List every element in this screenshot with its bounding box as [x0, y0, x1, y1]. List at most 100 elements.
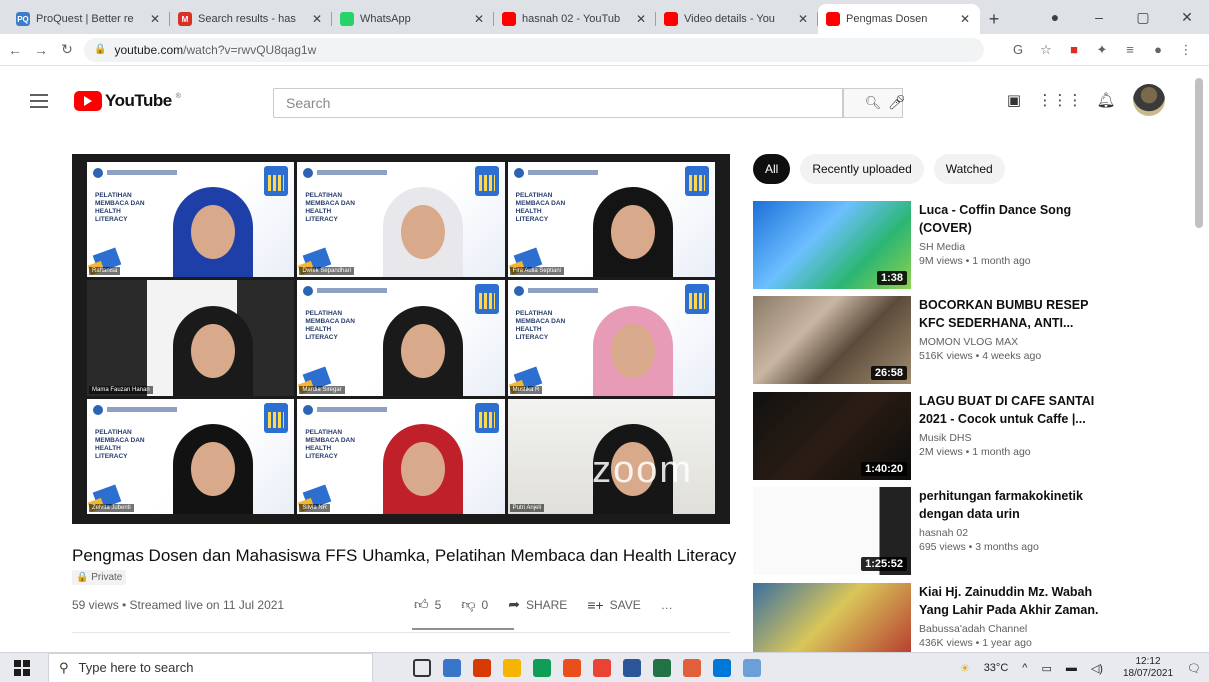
tray-chevron-icon[interactable]: ^ — [1022, 662, 1027, 674]
google-translate-icon[interactable]: G — [1004, 42, 1032, 57]
browser-tab[interactable]: Pengmas Dosen ✕ — [818, 4, 980, 34]
channel-name[interactable]: SH Media — [919, 241, 1109, 253]
taskbar-app-icon[interactable] — [503, 658, 521, 677]
video-player[interactable]: PELATIHAN MEMBACA DAN HEALTH LITERACY Raf… — [72, 154, 730, 524]
maximize-button[interactable]: ▢ — [1121, 9, 1165, 26]
channel-name[interactable]: Babussa'adah Channel — [919, 623, 1109, 635]
video-meta: 59 views • Streamed live on 11 Jul 2021 — [72, 598, 285, 612]
address-bar[interactable]: 🔒 youtube.com/watch?v=rwvQU8qag1w — [84, 37, 984, 62]
battery-icon[interactable]: ▬ — [1066, 662, 1077, 674]
taskbar-app-icon[interactable] — [623, 658, 641, 677]
forward-button[interactable]: → — [30, 42, 52, 58]
slide-header — [107, 406, 177, 412]
network-icon[interactable]: ▭ — [1041, 662, 1051, 675]
browser-tab[interactable]: WhatsApp ✕ — [332, 4, 494, 34]
filter-chip[interactable]: Recently uploaded — [800, 154, 924, 184]
voice-search-mic-icon[interactable]: 🎤︎ — [888, 94, 906, 111]
account-circle-icon[interactable]: ● — [1033, 9, 1077, 25]
user-avatar[interactable] — [1133, 84, 1165, 116]
youtube-studio-icon — [664, 12, 678, 26]
taskbar-app-icon[interactable] — [563, 658, 581, 677]
close-tab-icon[interactable]: ✕ — [634, 12, 648, 26]
taskbar-app-icon[interactable] — [533, 658, 551, 677]
youtube-logo-text: YouTube — [105, 91, 172, 110]
volume-icon[interactable]: ◁) — [1091, 662, 1103, 675]
page-scrollbar[interactable] — [1195, 78, 1203, 228]
search-icon: ⚲ — [59, 659, 69, 675]
close-window-button[interactable]: ✕ — [1165, 9, 1209, 26]
recommendation-item[interactable]: 1:25:52 perhitungan farmakokinetik dengan… — [753, 487, 1183, 577]
taskbar-app-icon[interactable] — [713, 658, 731, 677]
save-button[interactable]: ≡+ SAVE — [587, 597, 640, 613]
extensions-puzzle-icon[interactable]: ✦ — [1088, 42, 1116, 58]
slide-text: PELATIHAN MEMBACA DAN HEALTH LITERACY — [95, 192, 145, 223]
participant-video — [368, 414, 478, 514]
browser-tab[interactable]: M Search results - has ✕ — [170, 4, 332, 34]
taskbar-app-icon[interactable] — [473, 658, 491, 677]
taskbar-search-input[interactable]: ⚲ Type here to search — [48, 652, 373, 682]
video-thumbnail[interactable]: 1:38 — [753, 201, 911, 289]
filter-chip[interactable]: Watched — [933, 154, 1005, 184]
weather-temp[interactable]: 33°C — [984, 662, 1009, 674]
video-thumbnail[interactable]: 26:58 — [753, 296, 911, 384]
close-tab-icon[interactable]: ✕ — [958, 12, 972, 26]
notifications-bell-icon[interactable]: 🔔︎ — [1083, 91, 1129, 109]
browser-tab[interactable]: Video details - You ✕ — [656, 4, 818, 34]
share-button[interactable]: ➦ SHARE — [508, 596, 567, 613]
close-tab-icon[interactable]: ✕ — [796, 12, 810, 26]
recommendation-item[interactable]: 1:40:20 LAGU BUAT DI CAFE SANTAI 2021 - C… — [753, 392, 1183, 482]
new-tab-button[interactable]: + — [980, 4, 1008, 34]
apps-grid-icon[interactable]: ⋮⋮⋮ — [1037, 91, 1083, 109]
channel-name[interactable]: hasnah 02 — [919, 527, 1109, 539]
like-button[interactable]: 👍︎ 5 — [414, 596, 441, 613]
minimize-button[interactable]: – — [1077, 9, 1121, 25]
channel-name[interactable]: Musik DHS — [919, 432, 1109, 444]
taskbar-app-icon[interactable] — [443, 658, 461, 677]
taskbar-app-icon[interactable] — [653, 658, 671, 677]
uhamka-logo-icon — [513, 168, 524, 178]
back-button[interactable]: ← — [4, 42, 26, 58]
reading-list-icon[interactable]: ≡ — [1116, 42, 1144, 57]
windows-start-icon[interactable] — [14, 659, 30, 676]
extension-red-icon[interactable]: ■ — [1060, 42, 1088, 57]
taskbar-app-icon[interactable] — [683, 658, 701, 677]
dislike-button[interactable]: 👎︎ 0 — [461, 596, 488, 613]
task-view-icon[interactable] — [413, 658, 431, 677]
browser-tab[interactable]: hasnah 02 - YouTub ✕ — [494, 4, 656, 34]
participant-video — [578, 177, 688, 278]
youtube-logo[interactable]: YouTube ® — [74, 91, 181, 111]
filter-chip[interactable]: All — [753, 154, 791, 184]
participant-name: Mustika R — [509, 385, 543, 394]
participant-face — [190, 323, 235, 378]
save-label: SAVE — [609, 597, 641, 612]
uhamka-logo-icon — [303, 286, 314, 297]
recommendation-item[interactable]: 26:58 BOCORKAN BUMBU RESEP KFC SEDERHANA,… — [753, 296, 1183, 386]
more-actions-button[interactable]: … — [661, 598, 673, 612]
search-input[interactable]: Search — [273, 88, 843, 118]
close-tab-icon[interactable]: ✕ — [148, 12, 162, 26]
create-video-icon[interactable]: ▣ — [991, 91, 1037, 109]
channel-name[interactable]: MOMON VLOG MAX — [919, 336, 1109, 348]
share-label: SHARE — [525, 597, 568, 612]
clock[interactable]: 12:12 18/07/2021 — [1123, 656, 1173, 680]
reload-button[interactable]: ↻ — [56, 41, 78, 58]
close-tab-icon[interactable]: ✕ — [310, 12, 324, 26]
browser-menu-icon[interactable]: ⋮ — [1172, 42, 1200, 58]
more-label: … — [660, 597, 673, 612]
recommendation-item[interactable]: 1:38 Luca - Coffin Dance Song (COVER) SH M… — [753, 201, 1183, 291]
profile-avatar-icon[interactable]: ● — [1144, 42, 1172, 57]
video-thumbnail[interactable]: 1:40:20 — [753, 392, 911, 480]
whatsapp-icon — [340, 12, 354, 26]
recommendation-title: BOCORKAN BUMBU RESEP KFC SEDERHANA, ANTI… — [919, 298, 1089, 330]
menu-hamburger-icon[interactable] — [30, 94, 48, 108]
close-tab-icon[interactable]: ✕ — [472, 12, 486, 26]
weather-icon[interactable]: ☀ — [960, 662, 970, 675]
taskbar-app-icon[interactable] — [743, 658, 761, 677]
bookmark-star-icon[interactable]: ☆ — [1032, 42, 1060, 58]
participant-video — [368, 296, 478, 396]
video-thumbnail[interactable]: 1:25:52 — [753, 487, 911, 575]
notification-center-icon[interactable]: 🗨︎ — [1187, 662, 1201, 675]
participant-face — [400, 323, 445, 378]
browser-tab[interactable]: PQ ProQuest | Better re ✕ — [8, 4, 170, 34]
taskbar-app-icon[interactable] — [593, 658, 611, 677]
